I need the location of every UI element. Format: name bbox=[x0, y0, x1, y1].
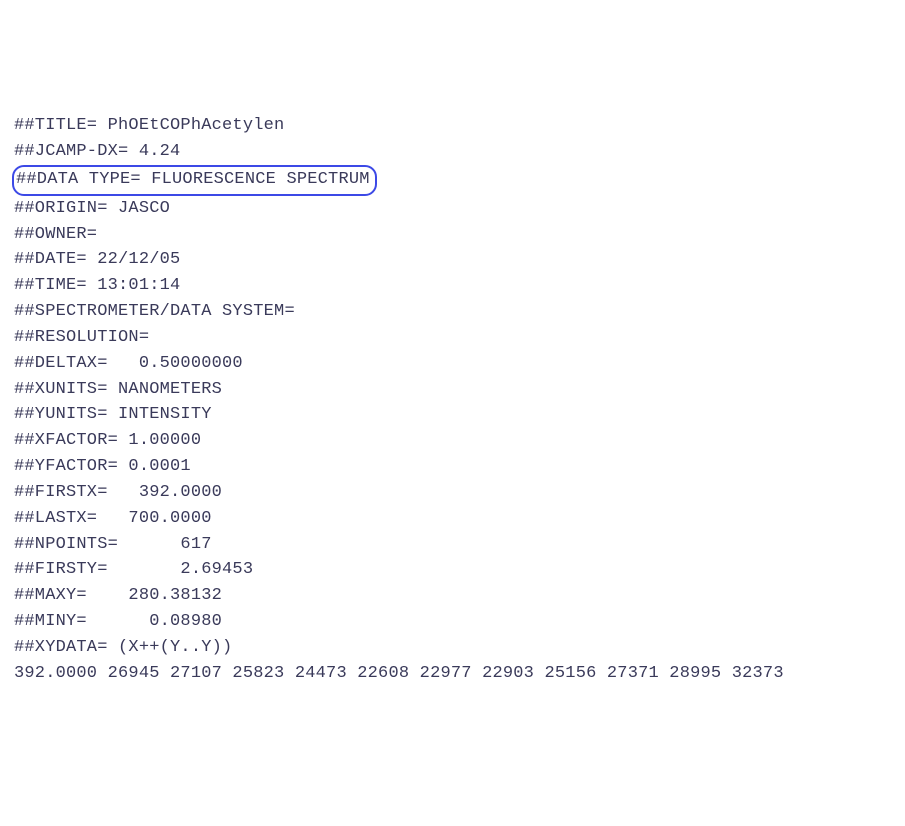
jcamp-resolution-line: ##RESOLUTION= bbox=[14, 325, 891, 351]
jcamp-yunits-line: ##YUNITS= INTENSITY bbox=[14, 402, 891, 428]
jcamp-yfactor-line: ##YFACTOR= 0.0001 bbox=[14, 454, 891, 480]
jcamp-xydata-header-line: ##XYDATA= (X++(Y..Y)) bbox=[14, 635, 891, 661]
jcamp-spectrometer-line: ##SPECTROMETER/DATA SYSTEM= bbox=[14, 299, 891, 325]
jcamp-time-line: ##TIME= 13:01:14 bbox=[14, 273, 891, 299]
jcamp-date-line: ##DATE= 22/12/05 bbox=[14, 247, 891, 273]
jcamp-miny-line: ##MINY= 0.08980 bbox=[14, 609, 891, 635]
jcamp-owner-line: ##OWNER= bbox=[14, 222, 891, 248]
data-type-highlight: ##DATA TYPE= FLUORESCENCE SPECTRUM bbox=[12, 165, 377, 196]
jcamp-data-row-line: 392.0000 26945 27107 25823 24473 22608 2… bbox=[14, 661, 891, 687]
jcamp-xunits-line: ##XUNITS= NANOMETERS bbox=[14, 377, 891, 403]
jcamp-origin-line: ##ORIGIN= JASCO bbox=[14, 196, 891, 222]
jcamp-firsty-line: ##FIRSTY= 2.69453 bbox=[14, 557, 891, 583]
jcamp-title-line: ##TITLE= PhOEtCOPhAcetylen bbox=[14, 113, 891, 139]
jcamp-deltax-line: ##DELTAX= 0.50000000 bbox=[14, 351, 891, 377]
jcamp-xfactor-line: ##XFACTOR= 1.00000 bbox=[14, 428, 891, 454]
jcamp-lastx-line: ##LASTX= 700.0000 bbox=[14, 506, 891, 532]
jcamp-version-line: ##JCAMP-DX= 4.24 bbox=[14, 139, 891, 165]
jcamp-maxy-line: ##MAXY= 280.38132 bbox=[14, 583, 891, 609]
jcamp-firstx-line: ##FIRSTX= 392.0000 bbox=[14, 480, 891, 506]
jcamp-npoints-line: ##NPOINTS= 617 bbox=[14, 532, 891, 558]
jcamp-data-type-line: ##DATA TYPE= FLUORESCENCE SPECTRUM bbox=[14, 165, 891, 196]
